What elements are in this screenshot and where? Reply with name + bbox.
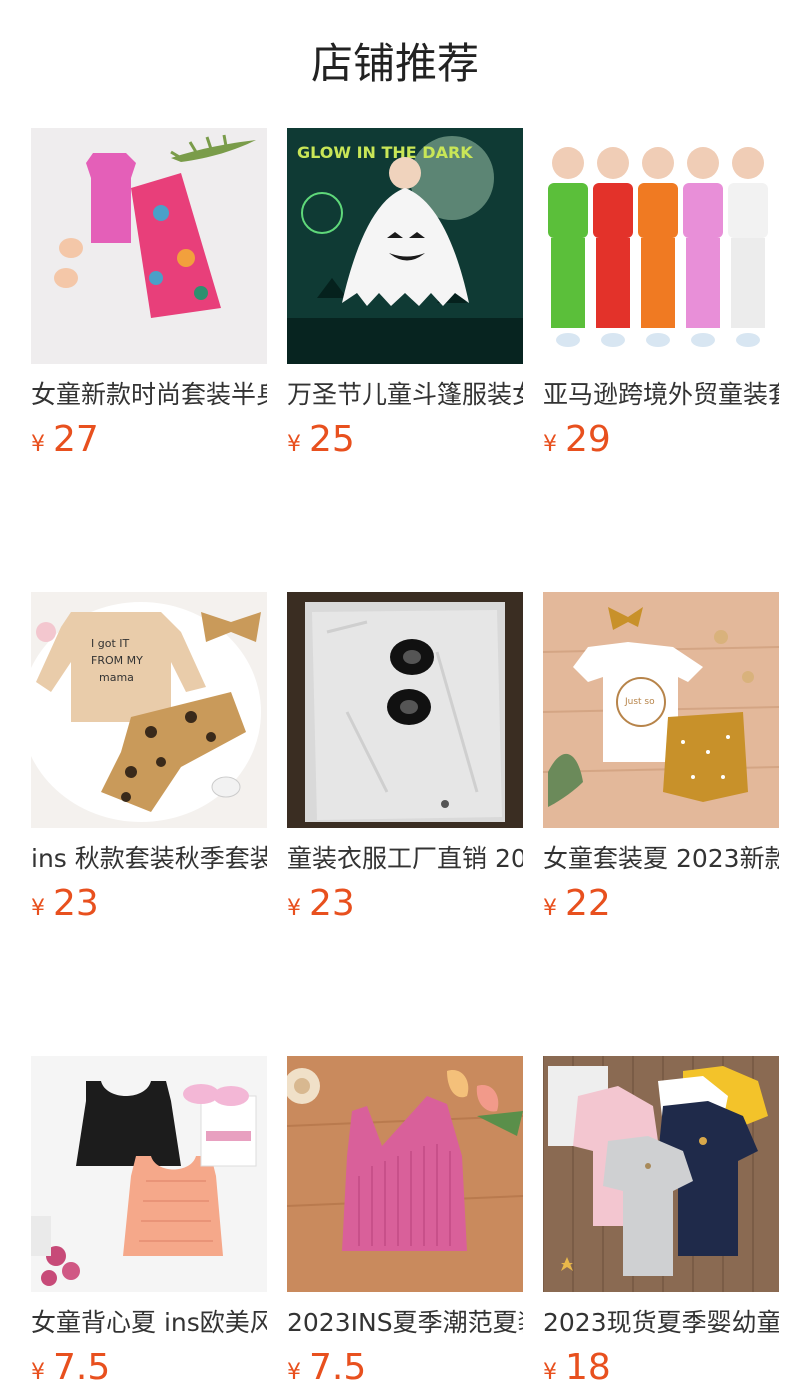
product-card[interactable]: GLOW IN THE DARK 万圣节儿童斗篷服装女 ¥25: [287, 128, 523, 460]
svg-text:Just so: Just so: [624, 697, 655, 707]
product-image[interactable]: [287, 1056, 523, 1292]
product-image[interactable]: GLOW IN THE DARK: [287, 128, 523, 364]
product-price: ¥29: [543, 420, 779, 460]
product-price: ¥22: [543, 884, 779, 924]
currency-symbol: ¥: [287, 1360, 301, 1385]
svg-text:mama: mama: [99, 671, 134, 684]
tank-tops-image: [31, 1056, 267, 1292]
glow-text: GLOW IN THE DARK: [297, 143, 473, 162]
product-name[interactable]: 女童背心夏 ins欧美风: [31, 1306, 267, 1340]
product-price: ¥7.5: [31, 1348, 267, 1388]
currency-symbol: ¥: [287, 896, 301, 921]
product-card[interactable]: Just so 女童套装夏 2023新款 ¥22: [543, 592, 779, 924]
svg-text:FROM MY: FROM MY: [91, 654, 143, 667]
price-value: 27: [53, 419, 99, 460]
product-name[interactable]: 万圣节儿童斗篷服装女: [287, 378, 523, 412]
currency-symbol: ¥: [543, 896, 557, 921]
currency-symbol: ¥: [31, 432, 45, 457]
product-price: ¥7.5: [287, 1348, 523, 1388]
price-value: 7.5: [53, 1347, 111, 1388]
product-image[interactable]: [543, 1056, 779, 1292]
product-name[interactable]: 亚马逊跨境外贸童装套装: [543, 378, 779, 412]
currency-symbol: ¥: [543, 1360, 557, 1385]
product-card[interactable]: 童装衣服工厂直销 2023 ¥23: [287, 592, 523, 924]
product-card[interactable]: 2023现货夏季婴幼童装 ¥18: [543, 1056, 779, 1388]
product-image[interactable]: [31, 128, 267, 364]
product-price: ¥27: [31, 420, 267, 460]
currency-symbol: ¥: [543, 432, 557, 457]
product-card[interactable]: 2023INS夏季潮范夏装 ¥7.5: [287, 1056, 523, 1388]
page-title: 店铺推荐: [310, 39, 479, 88]
colorful-tracksuits-image: [543, 128, 779, 364]
product-image[interactable]: Just so: [543, 592, 779, 828]
product-price: ¥23: [287, 884, 523, 924]
product-name[interactable]: 2023现货夏季婴幼童装: [543, 1306, 779, 1340]
one-shoulder-top-image: [287, 1056, 523, 1292]
leopard-set-image: I got IT FROM MY mama: [31, 592, 267, 828]
product-price: ¥18: [543, 1348, 779, 1388]
price-value: 23: [53, 883, 99, 924]
product-image[interactable]: [287, 592, 523, 828]
product-name[interactable]: 女童新款时尚套装半身裙: [31, 378, 267, 412]
product-image[interactable]: [31, 1056, 267, 1292]
currency-symbol: ¥: [31, 1360, 45, 1385]
product-image[interactable]: [543, 128, 779, 364]
price-value: 22: [565, 883, 611, 924]
product-card[interactable]: 亚马逊跨境外贸童装套装 ¥29: [543, 128, 779, 460]
product-card[interactable]: I got IT FROM MY mama ins 秋款套装秋季套装女 ¥23: [31, 592, 267, 924]
product-price: ¥25: [287, 420, 523, 460]
polo-rompers-image: [543, 1056, 779, 1292]
packaged-ghost-image: [287, 592, 523, 828]
product-name[interactable]: 女童套装夏 2023新款: [543, 842, 779, 876]
pink-top-skirt-image: [31, 128, 267, 364]
product-name[interactable]: ins 秋款套装秋季套装女: [31, 842, 267, 876]
price-value: 23: [309, 883, 355, 924]
product-name[interactable]: 2023INS夏季潮范夏装: [287, 1306, 523, 1340]
price-value: 29: [565, 419, 611, 460]
product-grid: 女童新款时尚套装半身裙 ¥27 GLOW IN THE DARK 万圣节儿童斗篷…: [31, 128, 790, 1388]
romper-bloomers-image: Just so: [543, 592, 779, 828]
price-value: 25: [309, 419, 355, 460]
price-value: 7.5: [309, 1347, 367, 1388]
currency-symbol: ¥: [31, 896, 45, 921]
product-name[interactable]: 童装衣服工厂直销 2023: [287, 842, 523, 876]
product-image[interactable]: I got IT FROM MY mama: [31, 592, 267, 828]
product-price: ¥23: [31, 884, 267, 924]
ghost-cape-image: GLOW IN THE DARK: [287, 128, 523, 364]
product-card[interactable]: 女童背心夏 ins欧美风 ¥7.5: [31, 1056, 267, 1388]
svg-text:I got IT: I got IT: [91, 637, 130, 650]
currency-symbol: ¥: [287, 432, 301, 457]
price-value: 18: [565, 1347, 611, 1388]
product-card[interactable]: 女童新款时尚套装半身裙 ¥27: [31, 128, 267, 460]
